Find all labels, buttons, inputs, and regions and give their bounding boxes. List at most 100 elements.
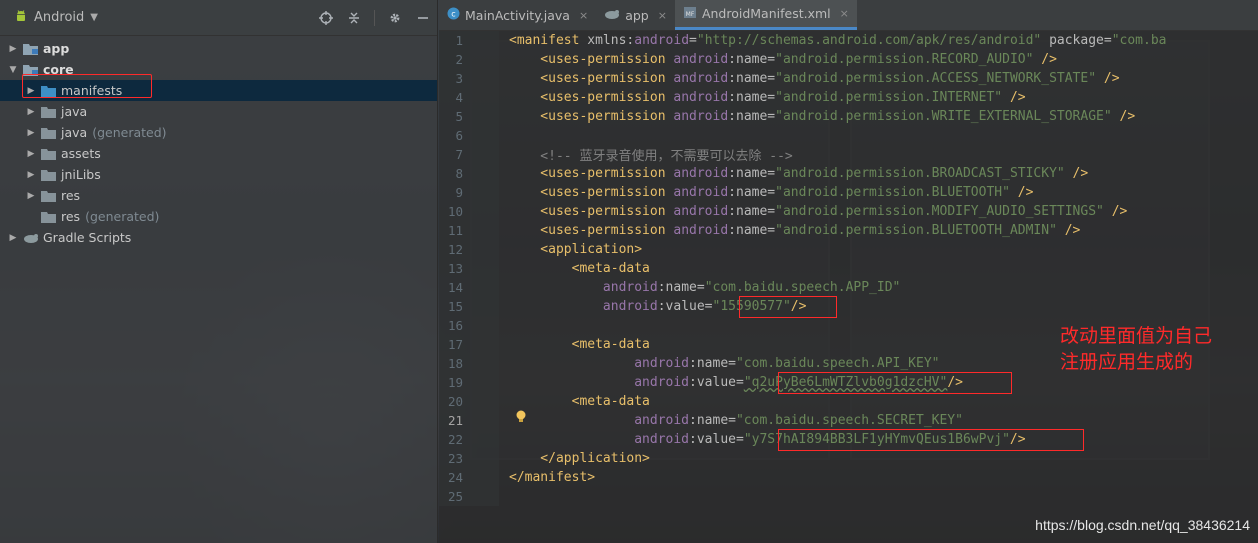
tree-item-gradle-scripts[interactable]: ▶ Gradle Scripts xyxy=(0,227,437,248)
lightbulb-icon[interactable] xyxy=(515,410,527,424)
chevron-right-icon[interactable]: ▶ xyxy=(24,86,38,96)
tree-item-manifests[interactable]: ▶ manifests xyxy=(0,80,437,101)
chevron-right-icon[interactable]: ▶ xyxy=(24,170,38,180)
collapse-all-icon[interactable] xyxy=(346,10,362,26)
gear-icon[interactable] xyxy=(387,10,403,26)
locate-target-icon[interactable] xyxy=(318,10,334,26)
code-line[interactable]: <uses-permission android:name= "android.p… xyxy=(509,202,1167,221)
project-view-selector[interactable]: Android xyxy=(34,10,84,25)
line-number: 16 xyxy=(447,318,463,333)
code-token: :name= xyxy=(689,356,736,371)
code-line[interactable]: <uses-permission android:name= "android.p… xyxy=(509,88,1167,107)
code-line[interactable]: </manifest> xyxy=(509,468,1167,487)
code-token: :name= xyxy=(728,109,776,124)
chevron-down-icon[interactable]: ▼ xyxy=(6,65,20,75)
code-token: "android.permission.BROADCAST_STICKY" xyxy=(775,166,1065,181)
code-line[interactable] xyxy=(509,487,1167,506)
code-line[interactable]: <manifest xmlns: android = "http://schemas.… xyxy=(509,31,1167,50)
code-line[interactable]: <uses-permission android:name= "android.p… xyxy=(509,164,1167,183)
code-line[interactable]: <uses-permission android:name= "android.p… xyxy=(509,69,1167,88)
tab-app[interactable]: app × xyxy=(596,0,675,30)
tab-android-manifest[interactable]: MF AndroidManifest.xml × xyxy=(674,0,857,30)
code-line[interactable]: android:name= "com.baidu.speech.SECRET_KE… xyxy=(509,411,1167,430)
code-line[interactable]: android:name= "com.baidu.speech.APP_ID" xyxy=(509,278,1167,297)
project-panel: Android ▼ ▶ app ▼ core ▶ manifests ▶ java ▶ java (… xyxy=(0,0,438,543)
class-icon: c xyxy=(447,7,460,23)
tree-item-java[interactable]: ▶ java xyxy=(0,101,437,122)
editor-panel: c MainActivity.java × app × MF AndroidManifest… xyxy=(439,0,1258,543)
code-line[interactable]: <uses-permission android:name= "android.p… xyxy=(509,50,1167,69)
tree-item-label: app xyxy=(43,41,70,56)
tree-item-label: res xyxy=(61,188,81,203)
code-token: <uses-permission xyxy=(509,90,674,105)
code-line[interactable] xyxy=(509,126,1167,145)
tab-label: AndroidManifest.xml xyxy=(701,6,831,21)
tree-item-label: manifests xyxy=(61,83,123,98)
code-token: <uses-permission xyxy=(509,71,674,86)
code-token: <uses-permission xyxy=(509,185,674,200)
chevron-down-icon[interactable]: ▼ xyxy=(90,12,98,23)
line-number: 9 xyxy=(455,185,463,200)
close-icon[interactable]: × xyxy=(579,9,588,22)
tree-item-label: assets xyxy=(61,146,101,161)
code-token: </application> xyxy=(509,451,650,466)
code-line[interactable]: <meta-data xyxy=(509,259,1167,278)
code-token: :value= xyxy=(657,299,713,314)
code-line[interactable]: android:value= "15590577"/> xyxy=(509,297,1167,316)
code-line[interactable]: <uses-permission android:name= "android.p… xyxy=(509,221,1167,240)
tree-item-java[interactable]: ▶ java (generated) xyxy=(0,122,437,143)
manifest-file-icon: MF xyxy=(683,6,697,22)
line-number: 8 xyxy=(455,166,463,181)
folder-icon xyxy=(23,64,39,76)
code-token: "y7S7hAI894BB3LF1yHYmvQEus1B6wPvj" xyxy=(743,432,1010,447)
code-line[interactable]: <application> xyxy=(509,240,1167,259)
tree-item-suffix: (generated) xyxy=(85,209,160,224)
line-number: 15 xyxy=(447,299,463,314)
line-gutter: 1 2 3 4 5 6 7 8 9 10 11 12 13 14 15 16 17 18 19 20 21 22 23 24 2… xyxy=(439,31,499,506)
code-token: <!-- 蓝牙录音使用，不需要可以去除 --> xyxy=(509,149,793,164)
tree-item-jnilibs[interactable]: ▶ jniLibs xyxy=(0,164,437,185)
code-token: :name= xyxy=(728,90,776,105)
tab-main-activity[interactable]: c MainActivity.java × xyxy=(439,0,596,30)
code-token: <uses-permission xyxy=(509,223,674,238)
code-token: android xyxy=(509,375,690,390)
tree-item-res[interactable]: res (generated) xyxy=(0,206,437,227)
line-number: 10 xyxy=(447,204,463,219)
code-lines[interactable]: <manifest xmlns: android = "http://schemas.… xyxy=(509,31,1167,506)
line-number: 3 xyxy=(455,71,463,86)
code-line[interactable]: <!-- 蓝牙录音使用，不需要可以去除 --> xyxy=(509,145,1167,164)
code-line[interactable]: android:value= "y7S7hAI894BB3LF1yHYmvQEus… xyxy=(509,430,1167,449)
code-token: /> xyxy=(1009,185,1034,200)
folder-icon xyxy=(41,190,57,202)
code-token: "android.permission.WRITE_EXTERNAL_STORA… xyxy=(775,109,1112,124)
code-token: :name= xyxy=(728,185,776,200)
chevron-right-icon[interactable]: ▶ xyxy=(24,191,38,201)
folder-icon xyxy=(41,148,57,160)
close-icon[interactable]: × xyxy=(840,7,849,20)
watermark: https://blog.csdn.net/qq_38436214 xyxy=(1035,517,1250,533)
tree-item-res[interactable]: ▶ res xyxy=(0,185,437,206)
tree-item-core[interactable]: ▼ core xyxy=(0,59,437,80)
tree-item-assets[interactable]: ▶ assets xyxy=(0,143,437,164)
code-line[interactable]: <meta-data xyxy=(509,392,1167,411)
code-line[interactable]: </application> xyxy=(509,449,1167,468)
code-token: /> xyxy=(790,299,807,314)
chevron-right-icon[interactable]: ▶ xyxy=(24,107,38,117)
code-line[interactable]: <uses-permission android:name= "android.p… xyxy=(509,107,1167,126)
code-line[interactable]: android:value= "q2uPyBe6LmWTZlvb0g1dzcHV"… xyxy=(509,373,1167,392)
code-token: "com.baidu.speech.SECRET_KEY" xyxy=(735,413,963,428)
chevron-right-icon[interactable]: ▶ xyxy=(24,149,38,159)
close-icon[interactable]: × xyxy=(658,9,667,22)
chevron-right-icon[interactable]: ▶ xyxy=(6,233,20,243)
project-tree: ▶ app ▼ core ▶ manifests ▶ java ▶ java (generated)… xyxy=(0,36,437,248)
tab-label: MainActivity.java xyxy=(465,7,570,23)
chevron-right-icon[interactable]: ▶ xyxy=(6,44,20,54)
minimize-icon[interactable] xyxy=(415,10,431,26)
tree-item-app[interactable]: ▶ app xyxy=(0,38,437,59)
code-token: <manifest xyxy=(509,33,588,48)
line-number: 19 xyxy=(447,375,463,390)
editor-tabs: c MainActivity.java × app × MF AndroidManifest… xyxy=(439,0,1258,31)
code-line[interactable]: <uses-permission android:name= "android.p… xyxy=(509,183,1167,202)
gradle-icon xyxy=(23,232,39,244)
chevron-right-icon[interactable]: ▶ xyxy=(24,128,38,138)
